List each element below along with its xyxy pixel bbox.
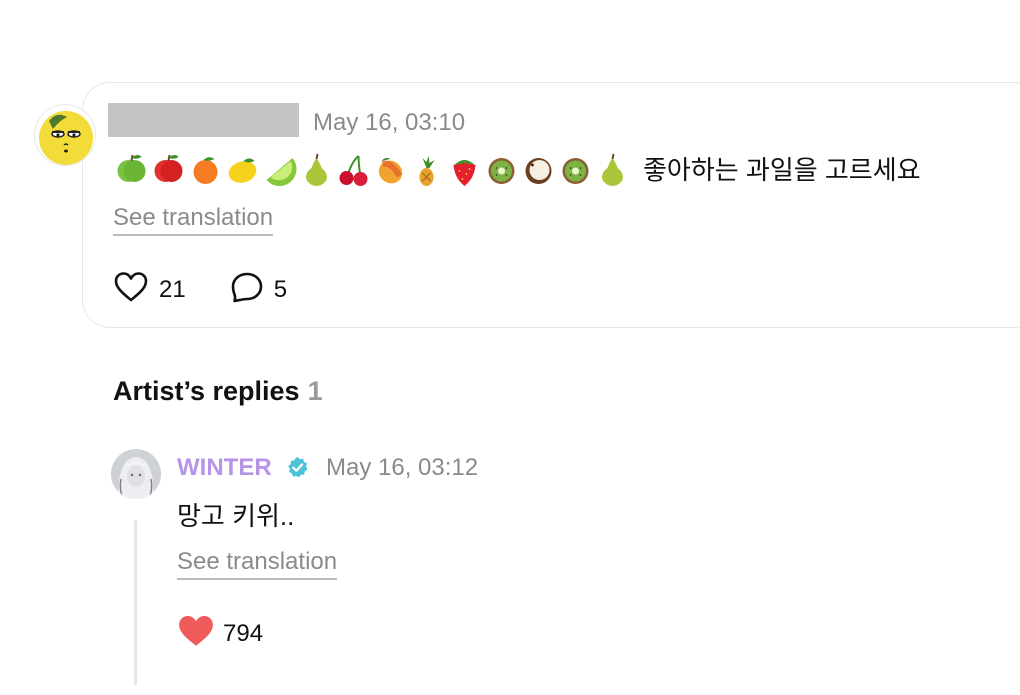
post-actions: 21 5 — [113, 271, 287, 308]
fruit-emoji-row — [113, 150, 631, 190]
artist-replies-count: 1 — [307, 376, 323, 406]
artist-replies-title: Artist’s replies — [113, 376, 300, 406]
heart-filled-icon — [177, 614, 215, 653]
cherries-emoji-icon — [335, 150, 372, 190]
see-translation-link[interactable]: See translation — [113, 203, 274, 236]
lime-emoji-icon — [261, 150, 298, 190]
artist-replies-heading: Artist’s replies 1 — [113, 374, 323, 408]
red-apple-emoji-icon — [150, 150, 187, 190]
user-avatar[interactable] — [34, 104, 96, 166]
pear-emoji-icon — [594, 150, 631, 190]
pear-emoji-icon — [298, 150, 335, 190]
artist-avatar[interactable] — [111, 449, 161, 499]
pineapple-emoji-icon — [409, 150, 446, 190]
artist-name[interactable]: WINTER — [177, 452, 272, 484]
kiwi-emoji-icon — [483, 150, 520, 190]
reply-like-count: 794 — [223, 619, 264, 647]
post-timestamp: May 16, 03:10 — [313, 109, 466, 136]
post-content: 좋아하는 과일을 고르세요 — [113, 150, 1013, 190]
comment-bubble-icon — [230, 271, 264, 308]
tangerine-emoji-icon — [187, 150, 224, 190]
post-text: 좋아하는 과일을 고르세요 — [643, 155, 921, 185]
mango-emoji-icon — [372, 150, 409, 190]
reply-thread-line — [134, 520, 137, 685]
reply-text: 망고 키위.. — [177, 501, 295, 531]
kiwi-emoji-icon — [557, 150, 594, 190]
like-count: 21 — [159, 275, 186, 303]
reply-actions: 794 — [177, 614, 263, 653]
coconut-emoji-icon — [520, 150, 557, 190]
strawberry-emoji-icon — [446, 150, 483, 190]
reply-see-translation-link[interactable]: See translation — [177, 547, 338, 580]
verified-badge-icon — [286, 456, 309, 479]
comment-count: 5 — [273, 275, 288, 303]
comment-button[interactable]: 5 — [230, 271, 287, 308]
green-apple-emoji-icon — [113, 150, 150, 190]
reply-timestamp: May 16, 03:12 — [326, 454, 479, 481]
heart-outline-icon — [113, 271, 149, 308]
redacted-username — [108, 103, 299, 137]
like-button[interactable]: 21 — [113, 271, 186, 308]
reply-like-button[interactable]: 794 — [177, 614, 263, 653]
lemon-emoji-icon — [224, 150, 261, 190]
